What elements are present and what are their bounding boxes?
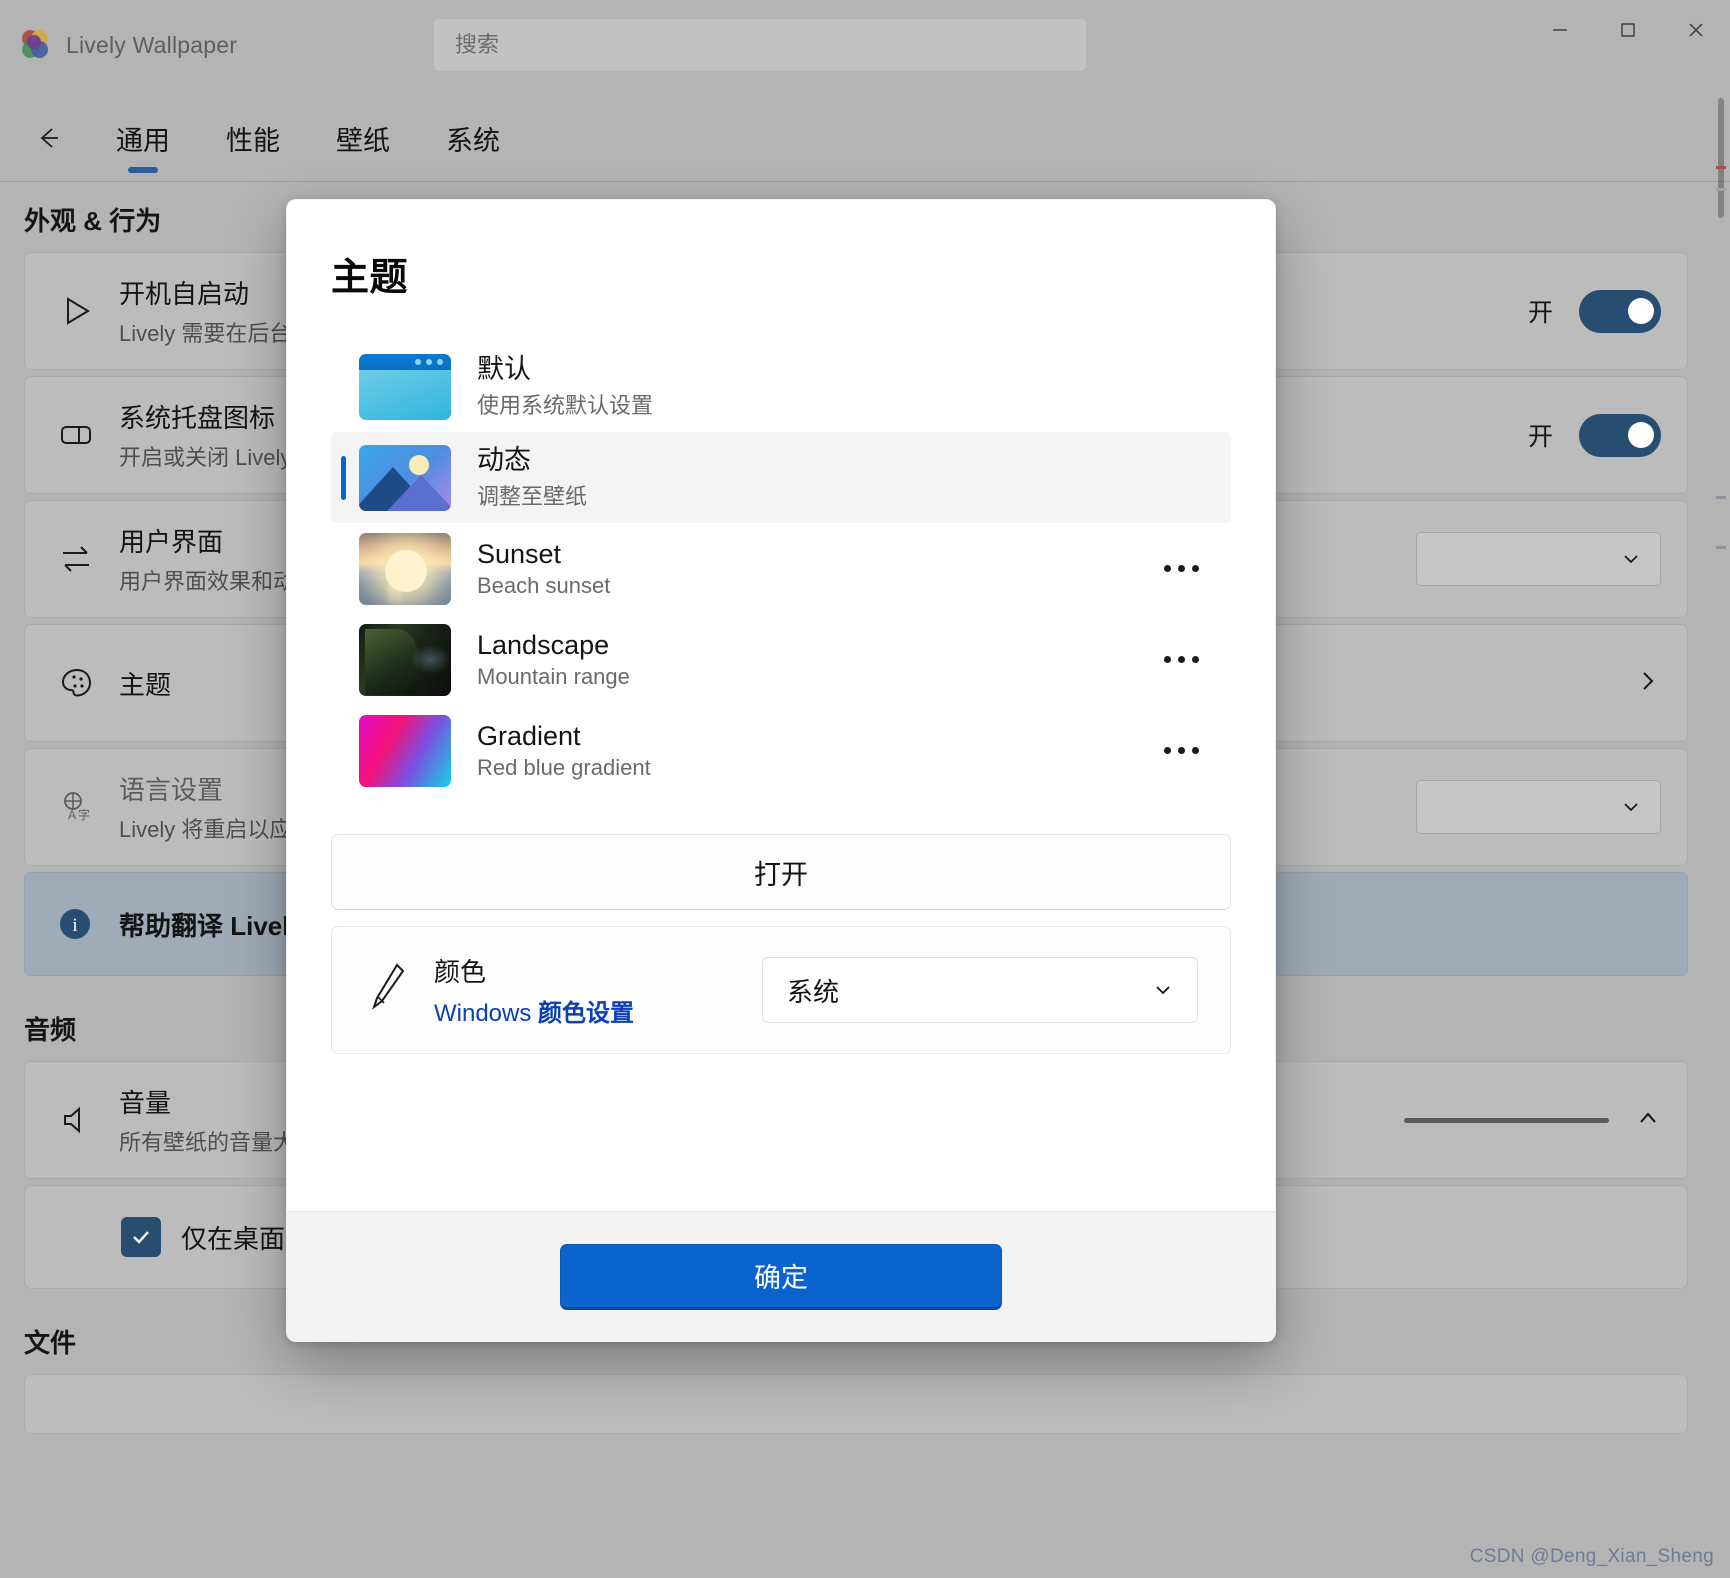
- theme-name: 默认: [477, 353, 531, 384]
- color-label: 颜色: [434, 957, 487, 987]
- theme-desc: Beach sunset: [477, 573, 611, 599]
- theme-dialog-footer: 确定: [287, 1211, 1275, 1341]
- theme-desc: Red blue gradient: [477, 755, 651, 781]
- color-mode-value: 系统: [787, 976, 840, 1007]
- theme-desc: 使用系统默认设置: [477, 393, 654, 419]
- landscape-photo-thumb-icon: [359, 623, 451, 696]
- dynamic-mountain-thumb-icon: [359, 444, 451, 511]
- theme-item-default[interactable]: 默认 使用系统默认设置: [331, 341, 1231, 432]
- windows-color-settings-link[interactable]: Windows 颜色设置: [434, 993, 762, 1028]
- gradient-thumb-icon: [359, 714, 451, 787]
- theme-item-dynamic[interactable]: 动态 调整至壁纸: [331, 432, 1231, 523]
- theme-dialog-title: 主题: [331, 257, 409, 299]
- open-theme-button-label: 打开: [754, 859, 808, 890]
- theme-name: Gradient: [477, 720, 581, 751]
- theme-desc: 调整至壁纸: [477, 484, 588, 510]
- theme-item-landscape[interactable]: Landscape Mountain range: [331, 614, 1231, 705]
- open-theme-button[interactable]: 打开: [331, 834, 1231, 910]
- theme-more-options-button[interactable]: [1153, 640, 1209, 680]
- theme-name: Sunset: [477, 538, 562, 569]
- theme-item-gradient[interactable]: Gradient Red blue gradient: [331, 705, 1231, 796]
- confirm-button[interactable]: 确定: [560, 1243, 1002, 1310]
- chevron-down-icon: [1156, 986, 1170, 995]
- theme-dialog: 主题 默认 使用系统默认设置 动态 调整至壁纸 Sunset Beach sun…: [286, 199, 1276, 1342]
- color-mode-select[interactable]: 系统: [762, 957, 1198, 1023]
- theme-more-options-button[interactable]: [1153, 731, 1209, 771]
- color-link-bold: 颜色设置: [538, 1000, 635, 1027]
- theme-more-options-button[interactable]: [1153, 549, 1209, 589]
- theme-dialog-body: 主题 默认 使用系统默认设置 动态 调整至壁纸 Sunset Beach sun…: [287, 200, 1275, 1211]
- theme-list: 默认 使用系统默认设置 动态 调整至壁纸 Sunset Beach sunset…: [331, 341, 1231, 796]
- color-link-prefix: Windows: [434, 1000, 539, 1027]
- theme-name: Landscape: [477, 629, 610, 660]
- default-window-thumb-icon: [359, 353, 451, 420]
- color-settings-card: 颜色 Windows 颜色设置 系统: [331, 926, 1231, 1054]
- watermark: CSDN @Deng_Xian_Sheng: [1469, 1546, 1714, 1567]
- confirm-button-label: 确定: [754, 1263, 808, 1293]
- sunset-photo-thumb-icon: [359, 532, 451, 605]
- theme-desc: Mountain range: [477, 664, 630, 690]
- theme-name: 动态: [477, 444, 531, 475]
- paintbrush-icon: [364, 959, 428, 1022]
- theme-item-sunset[interactable]: Sunset Beach sunset: [331, 523, 1231, 614]
